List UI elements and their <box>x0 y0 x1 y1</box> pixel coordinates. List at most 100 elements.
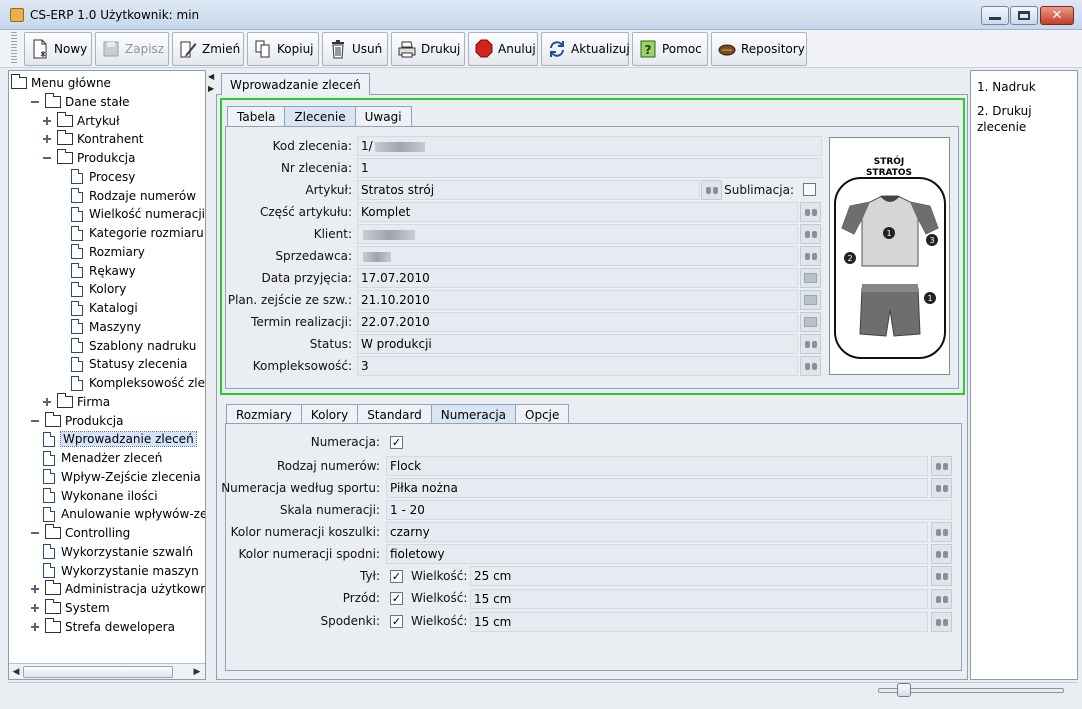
czesc-lookup-button[interactable] <box>800 202 821 222</box>
tree-node[interactable]: Maszyny <box>71 318 141 336</box>
action-drukuj-zlecenie[interactable]: 2. Drukuj zlecenie <box>977 103 1075 135</box>
expand-toggle-icon[interactable] <box>31 584 41 594</box>
termin-realizacji-field[interactable]: 22.07.2010 <box>357 312 798 332</box>
help-button[interactable]: ? Pomoc <box>632 32 708 66</box>
tree-node[interactable]: Kolory <box>71 280 126 298</box>
scroll-right-icon[interactable]: ▶ <box>191 666 203 678</box>
tree-node[interactable]: Wprowadzanie zleceń <box>43 430 197 448</box>
tree-node[interactable]: Wpływ-Zejście zlecenia <box>43 468 201 486</box>
new-button[interactable]: Nowy <box>24 32 92 66</box>
tree-node[interactable]: Rozmiary <box>71 243 145 261</box>
sport-lookup-button[interactable] <box>931 478 952 498</box>
tree-node[interactable]: Controlling <box>31 524 130 542</box>
tyl-wielkosc-field[interactable]: 25 cm <box>470 566 928 586</box>
close-button[interactable]: ✕ <box>1040 6 1074 25</box>
cancel-button[interactable]: Anuluj <box>468 32 538 66</box>
tree-node[interactable]: Strefa dewelopera <box>31 617 175 636</box>
scrollbar-thumb[interactable] <box>23 666 173 678</box>
tab-tabela[interactable]: Tabela <box>227 106 286 126</box>
tree-node[interactable]: Szablony nadruku <box>71 337 196 355</box>
expand-right-icon[interactable]: ▶ <box>208 84 214 93</box>
save-button[interactable]: Zapisz <box>95 32 169 66</box>
nr-zlecenia-field[interactable]: 1 <box>357 158 822 178</box>
rodzaj-numerow-field[interactable]: Flock <box>386 456 928 476</box>
tree-node[interactable]: Kontrahent <box>43 130 144 148</box>
tree-node[interactable]: Menadżer zleceń <box>43 449 162 467</box>
tree-node[interactable]: Administracja użytkowników <box>31 580 205 598</box>
expand-toggle-icon[interactable] <box>43 134 53 144</box>
klient-lookup-button[interactable] <box>800 224 821 244</box>
rodzaj-lookup-button[interactable] <box>931 456 952 476</box>
tree-node[interactable]: Rękawy <box>71 262 136 280</box>
przod-lookup-button[interactable] <box>931 589 952 609</box>
kolor-spodni-lookup-button[interactable] <box>931 544 952 564</box>
tree-horizontal-scrollbar[interactable]: ◀ ▶ <box>9 663 205 679</box>
zoom-slider-knob[interactable] <box>897 683 911 697</box>
collapse-toggle-icon[interactable] <box>43 153 53 163</box>
kompleksowosc-field[interactable]: 3 <box>357 356 798 376</box>
tree-node[interactable]: Anulowanie wpływów-zej <box>43 505 205 523</box>
plan-zejscie-field[interactable]: 21.10.2010 <box>357 290 798 310</box>
kolor-koszulki-field[interactable]: czarny <box>386 522 928 542</box>
expand-toggle-icon[interactable] <box>43 397 53 407</box>
minimize-button[interactable] <box>981 6 1009 25</box>
panel-splitter[interactable]: ◀ ▶ <box>206 70 216 680</box>
tree-node[interactable]: Dane stałe <box>31 92 130 111</box>
repository-button[interactable]: Repository <box>711 32 807 66</box>
numeracja-sportu-field[interactable]: Piłka nożna <box>386 478 928 498</box>
klient-field[interactable] <box>357 224 798 244</box>
spodenki-lookup-button[interactable] <box>931 612 952 632</box>
print-button[interactable]: Drukuj <box>391 32 465 66</box>
tab-standard[interactable]: Standard <box>357 404 432 424</box>
przod-checkbox[interactable]: ✓ <box>390 592 403 605</box>
maximize-button[interactable] <box>1010 6 1038 25</box>
copy-button[interactable]: Kopiuj <box>247 32 319 66</box>
delete-button[interactable]: Usuń <box>322 32 388 66</box>
sprzedawca-field[interactable] <box>357 246 798 266</box>
artykul-lookup-button[interactable] <box>701 180 722 200</box>
expand-toggle-icon[interactable] <box>43 116 53 126</box>
artykul-field[interactable]: Stratos strój <box>357 180 700 200</box>
tree-node[interactable]: Artykuł <box>43 111 120 130</box>
tab-kolory[interactable]: Kolory <box>300 404 359 424</box>
tab-opcje[interactable]: Opcje <box>515 404 570 424</box>
tree-node[interactable]: Kompleksowość zlec <box>71 374 205 392</box>
tab-numeracja[interactable]: Numeracja <box>430 404 517 424</box>
expand-toggle-icon[interactable] <box>31 622 41 632</box>
tree-node[interactable]: Procesy <box>71 168 135 186</box>
kolor-koszulki-lookup-button[interactable] <box>931 522 952 542</box>
action-nadruk[interactable]: 1. Nadruk <box>977 79 1075 95</box>
status-lookup-button[interactable] <box>800 334 821 354</box>
data-przyjecia-field[interactable]: 17.07.2010 <box>357 268 798 288</box>
skala-numeracji-field[interactable]: 1 - 20 <box>386 500 952 520</box>
termin-calendar-button[interactable] <box>800 312 821 332</box>
tyl-checkbox[interactable]: ✓ <box>390 570 403 583</box>
tree-node[interactable]: Statusy zlecenia <box>71 355 187 373</box>
tree-node[interactable]: Menu główne <box>11 74 111 92</box>
numeracja-checkbox[interactable]: ✓ <box>390 436 403 449</box>
tree-node[interactable]: Katalogi <box>71 299 138 317</box>
tree-node[interactable]: Wykonane ilości <box>43 487 158 505</box>
kod-zlecenia-field[interactable]: 1/ <box>357 136 822 156</box>
collapse-toggle-icon[interactable] <box>31 416 41 426</box>
tree-node[interactable]: System <box>31 599 110 617</box>
collapse-toggle-icon[interactable] <box>31 97 41 107</box>
spodenki-checkbox[interactable]: ✓ <box>390 615 403 628</box>
tree-node[interactable]: Rodzaje numerów <box>71 187 196 205</box>
tab-wprowadzanie-zlecen[interactable]: Wprowadzanie zleceń <box>221 73 370 95</box>
tree-node[interactable]: Wykorzystanie maszyn <box>43 562 199 580</box>
kompleksowosc-lookup-button[interactable] <box>800 356 821 376</box>
przod-wielkosc-field[interactable]: 15 cm <box>470 589 928 609</box>
toolbar-grip[interactable] <box>11 32 17 64</box>
tab-uwagi[interactable]: Uwagi <box>354 106 412 126</box>
tree-node[interactable]: Wielkość numeracji <box>71 205 205 223</box>
collapse-toggle-icon[interactable] <box>31 528 41 538</box>
tree-node[interactable]: Kategorie rozmiaru <box>71 224 204 242</box>
data-przyjecia-calendar-button[interactable] <box>800 268 821 288</box>
tyl-lookup-button[interactable] <box>931 566 952 586</box>
sprzedawca-lookup-button[interactable] <box>800 246 821 266</box>
spodenki-wielkosc-field[interactable]: 15 cm <box>470 612 928 632</box>
status-field[interactable]: W produkcji <box>357 334 798 354</box>
tree-node[interactable]: Produkcja <box>31 411 124 430</box>
collapse-left-icon[interactable]: ◀ <box>208 72 214 81</box>
